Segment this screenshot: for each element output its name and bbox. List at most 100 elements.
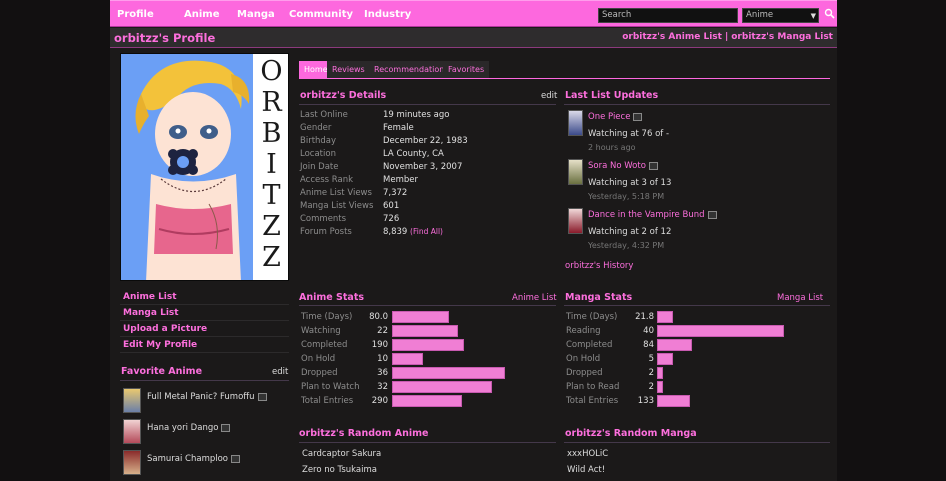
update-title[interactable]: One Piece — [588, 112, 630, 122]
search-input[interactable]: Search — [598, 8, 738, 23]
anime-list-link[interactable]: orbitzz's Anime List — [622, 32, 722, 42]
update-time: Yesterday, 4:32 PM — [588, 241, 665, 250]
edit-icon[interactable] — [257, 392, 267, 401]
random-manga-title: orbitzz's Random Manga — [565, 428, 697, 439]
page-title: orbitzz's Profile — [114, 31, 216, 45]
stat-label: On Hold — [566, 354, 601, 364]
manga-list-link[interactable]: orbitzz's Manga List — [731, 32, 833, 42]
tab-favorites[interactable]: Favorites — [443, 61, 490, 78]
stat-bar — [392, 311, 449, 323]
update-item: One Piece Watching at 76 of - 2 hours ag… — [565, 110, 830, 158]
sidebar-item-anime-list[interactable]: Anime List — [120, 289, 289, 305]
stat-bar — [392, 381, 492, 393]
edit-icon[interactable] — [648, 161, 658, 170]
detail-value: 601 — [383, 201, 400, 211]
updates-title: Last List Updates — [565, 90, 659, 101]
divider — [564, 104, 830, 105]
details-edit-link[interactable]: edit — [541, 91, 557, 101]
update-title[interactable]: Sora No Woto — [588, 161, 646, 171]
divider — [120, 380, 289, 381]
update-status: Watching at 2 of 12 — [588, 227, 672, 237]
detail-value: Member — [383, 175, 418, 185]
stat-value: 22 — [377, 326, 388, 336]
stat-value: 36 — [377, 368, 388, 378]
stat-label: Total Entries — [566, 396, 619, 406]
stat-value: 133 — [637, 396, 654, 406]
stat-value: 2 — [648, 368, 654, 378]
nav-profile[interactable]: Profile — [117, 1, 154, 28]
favorite-anime-item[interactable]: Full Metal Panic? Fumoffu — [120, 388, 289, 416]
favorite-anime-item[interactable]: Hana yori Dango — [120, 419, 289, 447]
detail-value: November 3, 2007 — [383, 162, 463, 172]
random-manga-link[interactable]: xxxHOLiC — [567, 449, 608, 459]
anime-thumbnail[interactable] — [568, 110, 583, 136]
stat-label: Dropped — [566, 368, 603, 378]
detail-value: Female — [383, 123, 414, 133]
history-link[interactable]: orbitzz's History — [565, 261, 633, 271]
edit-icon[interactable] — [707, 210, 717, 219]
find-all-link[interactable]: (Find All) — [410, 227, 443, 236]
update-time: 2 hours ago — [588, 143, 636, 152]
detail-label: Access Rank — [300, 175, 354, 185]
divider — [299, 442, 556, 443]
search-icon — [824, 8, 835, 19]
nav-anime[interactable]: Anime — [184, 1, 220, 28]
link-separator: | — [724, 32, 729, 42]
random-anime-link[interactable]: Cardcaptor Sakura — [302, 449, 381, 459]
page-container: Profile Anime Manga Community Industry S… — [110, 0, 837, 481]
divider — [299, 104, 556, 105]
tab-reviews[interactable]: Reviews — [327, 61, 370, 78]
update-item: Sora No Woto Watching at 3 of 13 Yesterd… — [565, 159, 830, 207]
favorite-anime-name: Samurai Champloo — [147, 454, 241, 464]
top-nav: Profile Anime Manga Community Industry S… — [110, 0, 837, 27]
detail-value: 19 minutes ago — [383, 110, 450, 120]
stat-label: Completed — [301, 340, 348, 350]
stat-value: 84 — [643, 340, 654, 350]
stat-bar — [657, 381, 663, 393]
search-button[interactable] — [822, 8, 836, 23]
edit-icon[interactable] — [221, 423, 231, 432]
sidebar-item-upload-picture[interactable]: Upload a Picture — [120, 321, 289, 337]
edit-icon[interactable] — [633, 112, 643, 121]
stat-label: Total Entries — [301, 396, 354, 406]
stat-label: Dropped — [301, 368, 338, 378]
avatar-lettering: ORBITZZ — [260, 56, 283, 273]
detail-value: 726 — [383, 214, 400, 224]
search-type-select[interactable]: Anime ▼ — [742, 8, 819, 23]
nav-manga[interactable]: Manga — [237, 1, 275, 28]
random-anime-link[interactable]: Zero no Tsukaima — [302, 465, 377, 475]
profile-avatar: ORBITZZ — [120, 53, 289, 281]
stat-label: Plan to Watch — [301, 382, 360, 392]
random-manga-link[interactable]: Wild Act! — [567, 465, 605, 475]
stat-label: Time (Days) — [301, 312, 353, 322]
update-title[interactable]: Dance in the Vampire Bund — [588, 210, 705, 220]
stat-label: Time (Days) — [566, 312, 618, 322]
right-background — [836, 0, 946, 481]
favorite-anime-name: Hana yori Dango — [147, 423, 231, 433]
divider — [564, 305, 830, 306]
stat-bar — [392, 367, 505, 379]
anime-thumbnail[interactable] — [568, 159, 583, 185]
list-links: orbitzz's Anime List | orbitzz's Manga Lis… — [622, 32, 833, 42]
detail-value: LA County, CA — [383, 149, 444, 159]
edit-icon[interactable] — [231, 454, 241, 463]
anime-list-stats-link[interactable]: Anime List — [512, 293, 557, 303]
sidebar-item-edit-profile[interactable]: Edit My Profile — [120, 337, 289, 353]
detail-value: 8,839 (Find All) — [383, 227, 443, 237]
stat-value: 190 — [371, 340, 388, 350]
random-anime-title: orbitzz's Random Anime — [299, 428, 429, 439]
divider — [299, 305, 556, 306]
stat-value: 32 — [377, 382, 388, 392]
sidebar-item-manga-list[interactable]: Manga List — [120, 305, 289, 321]
detail-label: Birthday — [300, 136, 337, 146]
detail-label: Comments — [300, 214, 347, 224]
tab-recommendations[interactable]: Recommendations — [369, 61, 454, 78]
tab-underline — [299, 78, 830, 79]
nav-industry[interactable]: Industry — [364, 1, 411, 28]
nav-community[interactable]: Community — [289, 1, 353, 28]
favorite-anime-edit-link[interactable]: edit — [272, 367, 288, 377]
manga-list-stats-link[interactable]: Manga List — [777, 293, 823, 303]
stat-value: 21.8 — [635, 312, 654, 322]
favorite-anime-item[interactable]: Samurai Champloo — [120, 450, 289, 478]
anime-thumbnail[interactable] — [568, 208, 583, 234]
